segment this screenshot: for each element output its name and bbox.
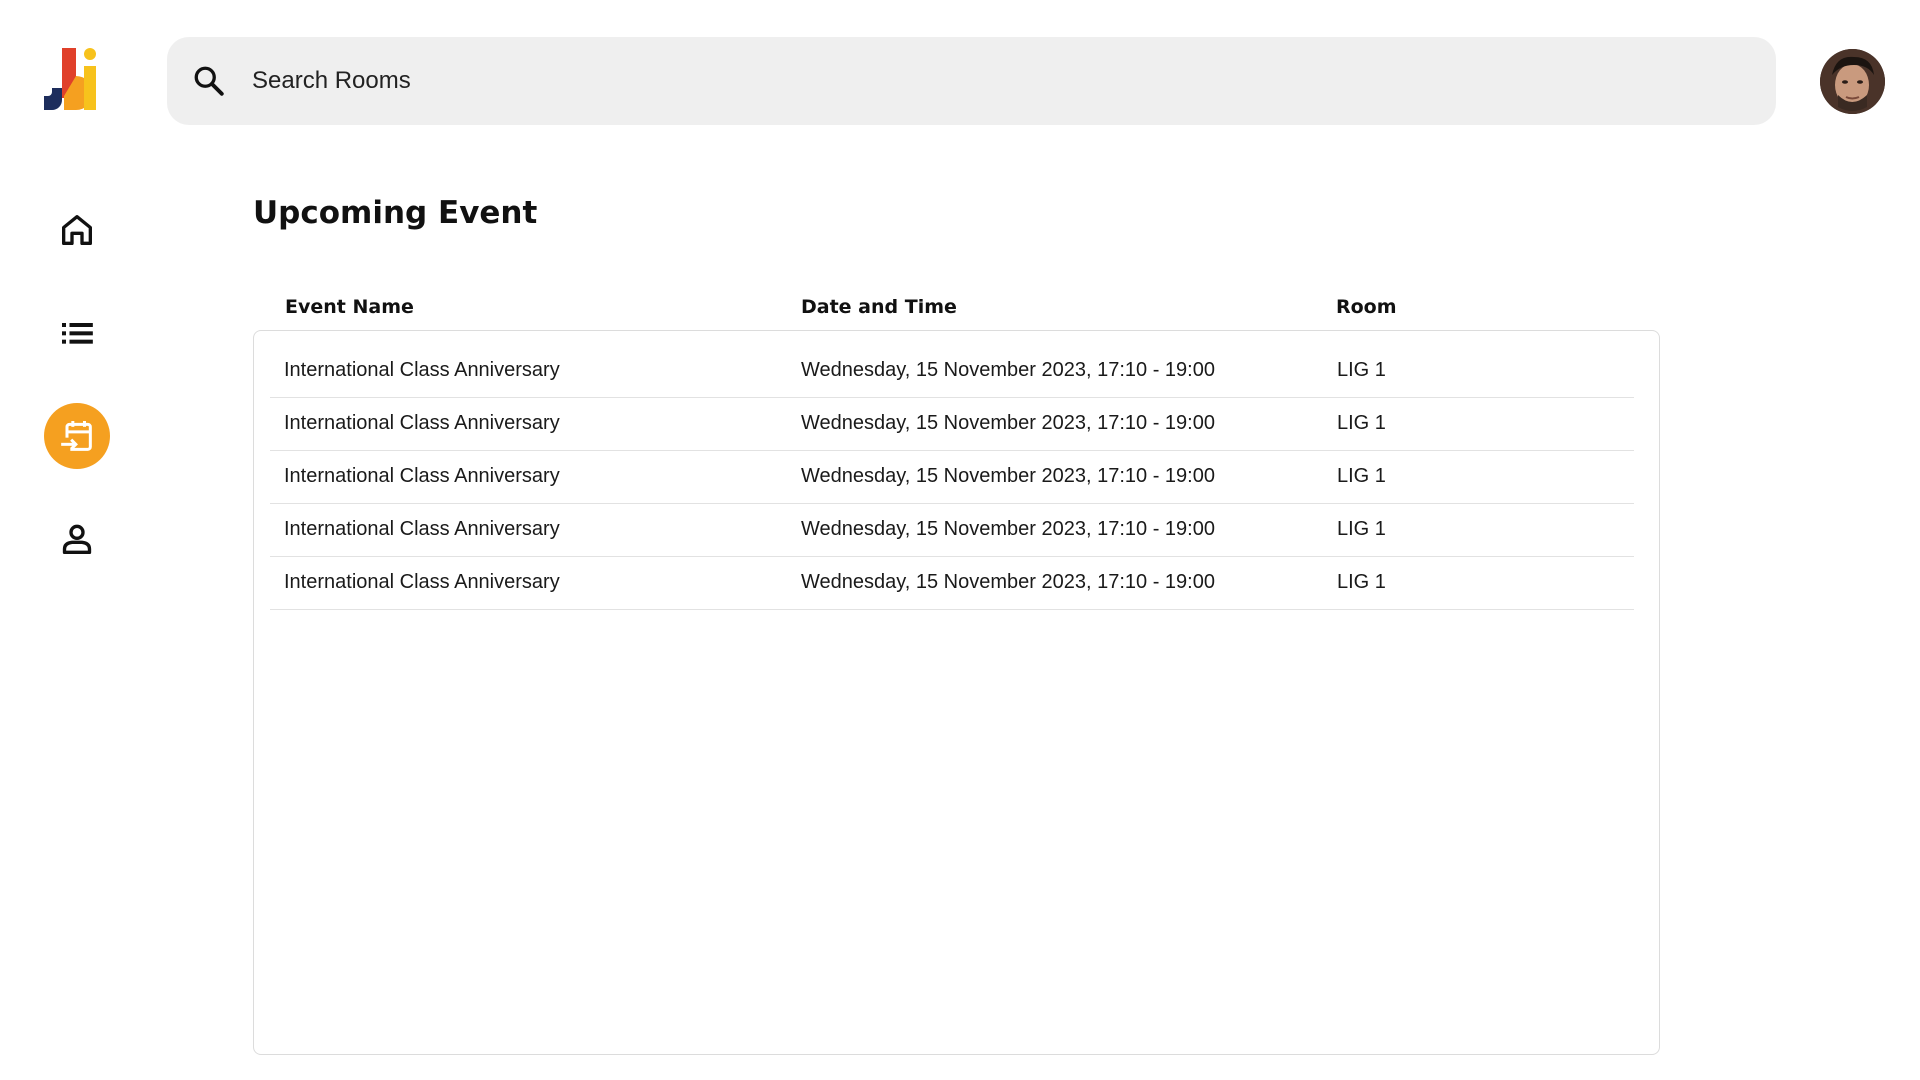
events-table: International Class Anniversary Wednesda…	[253, 330, 1660, 1055]
sidebar-item-calendar-checkin[interactable]	[44, 403, 110, 469]
user-avatar-icon	[1820, 49, 1885, 114]
event-name: International Class Anniversary	[284, 359, 560, 381]
column-header-date-time: Date and Time	[801, 296, 957, 318]
search-icon	[194, 66, 224, 96]
app-root: Upcoming Event Event Name Date and Time …	[0, 0, 1920, 1080]
sidebar-item-list[interactable]	[44, 300, 110, 366]
event-room: LIG 1	[1337, 359, 1386, 381]
event-datetime: Wednesday, 15 November 2023, 17:10 - 19:…	[801, 571, 1215, 593]
table-row[interactable]: International Class Anniversary Wednesda…	[270, 345, 1634, 398]
event-datetime: Wednesday, 15 November 2023, 17:10 - 19:…	[801, 518, 1215, 540]
page-title: Upcoming Event	[253, 195, 538, 231]
event-name: International Class Anniversary	[284, 518, 560, 540]
event-room: LIG 1	[1337, 518, 1386, 540]
event-datetime: Wednesday, 15 November 2023, 17:10 - 19:…	[801, 465, 1215, 487]
person-icon	[62, 524, 92, 554]
event-room: LIG 1	[1337, 571, 1386, 593]
avatar[interactable]	[1820, 49, 1885, 114]
table-row[interactable]: International Class Anniversary Wednesda…	[270, 504, 1634, 557]
event-name: International Class Anniversary	[284, 465, 560, 487]
sidebar-item-profile[interactable]	[44, 506, 110, 572]
column-header-event-name: Event Name	[285, 296, 414, 318]
event-datetime: Wednesday, 15 November 2023, 17:10 - 19:…	[801, 359, 1215, 381]
list-icon	[62, 323, 93, 344]
table-row[interactable]: International Class Anniversary Wednesda…	[270, 557, 1634, 610]
search-input[interactable]	[252, 57, 1732, 105]
table-row[interactable]: International Class Anniversary Wednesda…	[270, 451, 1634, 504]
app-logo[interactable]	[44, 48, 112, 116]
event-room: LIG 1	[1337, 412, 1386, 434]
calendar-enter-icon	[60, 421, 92, 453]
event-name: International Class Anniversary	[284, 571, 560, 593]
sidebar-item-home[interactable]	[44, 197, 110, 263]
table-row[interactable]: International Class Anniversary Wednesda…	[270, 398, 1634, 451]
event-datetime: Wednesday, 15 November 2023, 17:10 - 19:…	[801, 412, 1215, 434]
event-name: International Class Anniversary	[284, 412, 560, 434]
column-header-room: Room	[1336, 296, 1397, 318]
home-icon	[62, 215, 93, 245]
event-room: LIG 1	[1337, 465, 1386, 487]
search-bar[interactable]	[167, 37, 1776, 125]
